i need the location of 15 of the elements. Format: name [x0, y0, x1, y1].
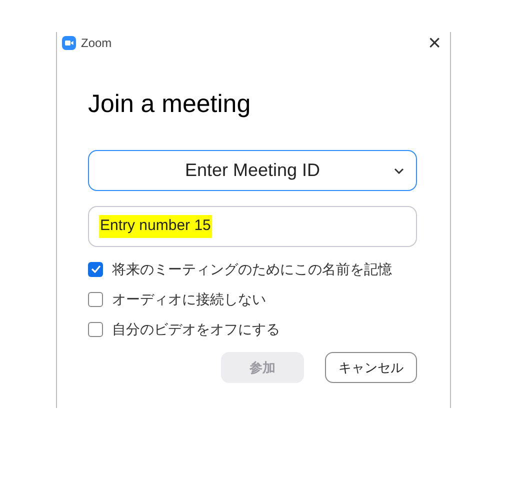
- checkbox[interactable]: [88, 292, 103, 306]
- camera-logo-icon: [62, 36, 76, 50]
- checkbox-label: 将来のミーティングのためにこの名前を記憶: [112, 260, 392, 278]
- meeting-id-dropdown[interactable]: Enter Meeting ID: [88, 150, 417, 191]
- checkbox[interactable]: [88, 262, 103, 276]
- name-input-field[interactable]: Entry number 15: [88, 206, 417, 247]
- checkbox-label: オーディオに接続しない: [112, 290, 266, 308]
- dialog-heading: Join a meeting: [88, 89, 252, 119]
- close-button[interactable]: ×: [428, 32, 441, 54]
- checkmark-icon: [90, 265, 100, 273]
- checkbox-label: 自分のビデオをオフにする: [112, 320, 280, 338]
- window-title: Zoom: [81, 35, 112, 52]
- chevron-down-icon: [394, 168, 404, 174]
- checkbox[interactable]: [88, 322, 103, 336]
- cancel-button[interactable]: キャンセル: [325, 352, 417, 383]
